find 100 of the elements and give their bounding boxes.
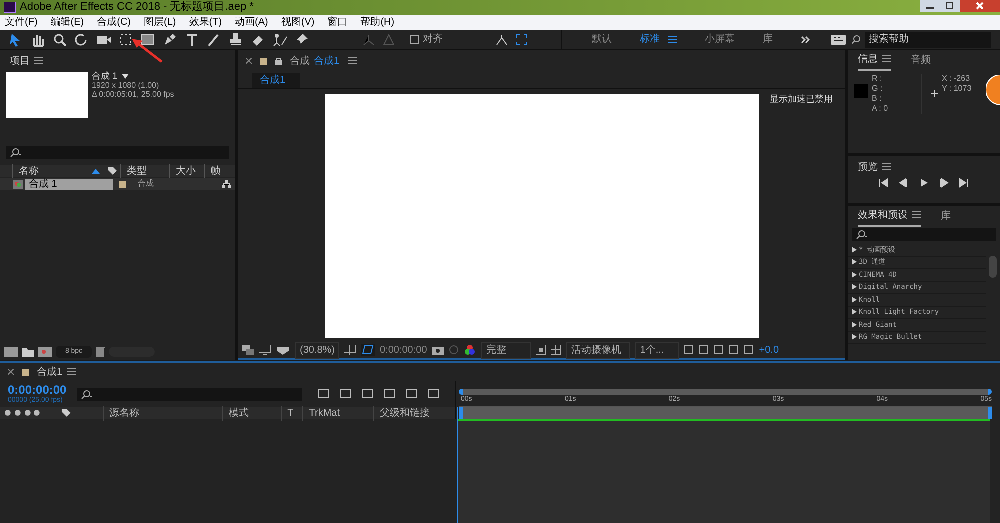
panel-tab[interactable]: 库 — [941, 208, 951, 226]
panel-tab[interactable]: 音频 — [911, 52, 931, 70]
pen-icon[interactable] — [162, 32, 178, 48]
last-frame-icon[interactable] — [959, 178, 969, 188]
comp-duration: Δ 0:00:05:01, 25.00 fps — [92, 90, 174, 99]
type-cell-text: 合成 — [138, 178, 155, 190]
search-icon[interactable] — [80, 390, 92, 398]
column-header[interactable]: 名称 — [19, 164, 39, 178]
panel-menu-icon[interactable] — [66, 368, 76, 376]
comp-name: 合成 1 — [92, 72, 118, 81]
region-icon[interactable] — [242, 345, 254, 355]
workspace-tab[interactable]: 标准 — [640, 32, 677, 47]
sort-ascending-icon[interactable] — [92, 168, 100, 174]
effects-search-field[interactable] — [852, 228, 996, 241]
workspace-menu-icon[interactable] — [668, 36, 677, 44]
panel-menu-icon[interactable] — [348, 57, 357, 65]
comp-sub-tab[interactable]: 合成1 — [252, 72, 300, 88]
layer-name[interactable]: 合成 1 — [25, 178, 113, 190]
region-of-interest-icon[interactable] — [536, 345, 546, 355]
menu-item[interactable]: 窗口 — [328, 15, 348, 30]
menu-item[interactable]: 图层(L) — [144, 15, 176, 30]
search-icon[interactable] — [52, 32, 68, 48]
timeline-search-field[interactable] — [76, 388, 302, 400]
column-header[interactable]: 源名称 — [102, 406, 220, 420]
snap-checkbox[interactable] — [410, 35, 419, 44]
color-channels-icon[interactable] — [464, 344, 476, 356]
frame-icon[interactable] — [515, 32, 529, 46]
minimize-icon[interactable] — [920, 0, 940, 12]
column-header[interactable]: 模式 — [222, 406, 279, 420]
project-search-field[interactable] — [6, 146, 229, 159]
panel-menu-icon[interactable] — [882, 163, 891, 171]
first-frame-icon[interactable] — [879, 178, 889, 188]
timeline-tab[interactable]: 合成1 — [37, 364, 76, 380]
column-header[interactable]: TrkMat — [302, 406, 371, 420]
close-icon[interactable] — [960, 0, 1000, 12]
trash-icon[interactable] — [96, 347, 105, 357]
expand-icon[interactable] — [495, 32, 509, 46]
menu-item[interactable]: 编辑(E) — [50, 15, 84, 30]
maximize-icon[interactable] — [940, 0, 960, 12]
acceleration-notice: 显示加速已禁用 — [770, 93, 833, 106]
label-color-swatch — [22, 368, 29, 376]
puppet-icon[interactable] — [272, 32, 288, 48]
snap-label: 对齐 — [423, 32, 443, 47]
workspace-tab[interactable]: 默认 — [592, 32, 612, 47]
next-frame-icon[interactable] — [939, 178, 949, 188]
zoom-dropdown[interactable]: (30.8%) — [295, 342, 339, 358]
checkerboard-icon[interactable] — [551, 345, 562, 355]
composition-icon[interactable] — [13, 180, 23, 188]
text-icon[interactable] — [184, 32, 200, 48]
snapshot-icon[interactable] — [432, 345, 444, 355]
color-readout: B : — [872, 94, 883, 104]
keyboard-icon[interactable] — [831, 34, 846, 44]
folder-icon[interactable] — [22, 347, 34, 357]
camera-dropdown[interactable]: 活动摄像机 — [566, 342, 630, 358]
x-coordinate: X : -263 — [942, 74, 972, 84]
resolution-dropdown[interactable]: 完整 — [481, 342, 532, 358]
label-tag-icon[interactable] — [107, 166, 117, 176]
safe-zones-icon[interactable] — [344, 345, 356, 355]
caret-icon[interactable] — [122, 74, 129, 79]
scroll-bar — [989, 256, 997, 278]
previous-frame-icon[interactable] — [899, 178, 909, 188]
transparency-grid-icon[interactable] — [361, 344, 375, 356]
crosshair-icon[interactable] — [931, 90, 938, 97]
menu-item[interactable]: 视图(V) — [281, 15, 315, 30]
color-readout: A : 0 — [872, 104, 890, 114]
stamp-icon[interactable] — [228, 32, 244, 48]
panel-menu-icon[interactable] — [882, 55, 891, 63]
more-icon[interactable] — [801, 36, 811, 44]
search-icon[interactable] — [852, 35, 861, 44]
color-readout: G : — [872, 84, 884, 94]
search-icon[interactable] — [10, 148, 21, 157]
search-icon[interactable] — [856, 230, 867, 239]
label-tag-icon[interactable] — [61, 408, 72, 418]
help-search-field[interactable]: 搜索帮助 — [865, 32, 991, 48]
label-color-swatch — [260, 58, 267, 64]
rectangle-icon[interactable] — [140, 32, 156, 48]
close-icon[interactable] — [246, 58, 252, 64]
current-time[interactable]: 0:00:00:00 — [8, 384, 67, 396]
menu-item[interactable]: 合成(C) — [97, 15, 132, 30]
mask-icon[interactable] — [276, 345, 290, 355]
menu-item[interactable]: 效果(T) — [189, 15, 222, 30]
column-header[interactable]: T — [280, 406, 300, 420]
comp-size: 1920 x 1080 (1.00) — [92, 81, 160, 90]
panel-menu-icon[interactable] — [34, 57, 43, 65]
play-icon[interactable] — [919, 178, 929, 188]
panel-title: 预览 — [858, 160, 878, 174]
panel-menu-icon[interactable] — [912, 211, 921, 219]
app-logo-icon[interactable] — [4, 2, 16, 13]
column-header[interactable]: 父级和链接 — [372, 406, 452, 420]
monitor-icon[interactable] — [259, 345, 271, 355]
close-icon[interactable] — [8, 369, 14, 375]
panel-tab[interactable]: 信息 — [858, 52, 891, 70]
workspace-tab[interactable]: 库 — [763, 32, 773, 47]
viewer-tab[interactable]: 合成1 — [314, 54, 340, 68]
menu-item[interactable]: 帮助(H) — [360, 15, 395, 30]
menu-item[interactable]: 动画(A) — [235, 15, 268, 30]
workspace-tab[interactable]: 小屏幕 — [705, 32, 735, 47]
menu-item[interactable]: 文件(F) — [5, 15, 38, 30]
pan-behind-icon[interactable] — [118, 32, 134, 48]
views-dropdown[interactable]: 1个... — [635, 342, 680, 358]
